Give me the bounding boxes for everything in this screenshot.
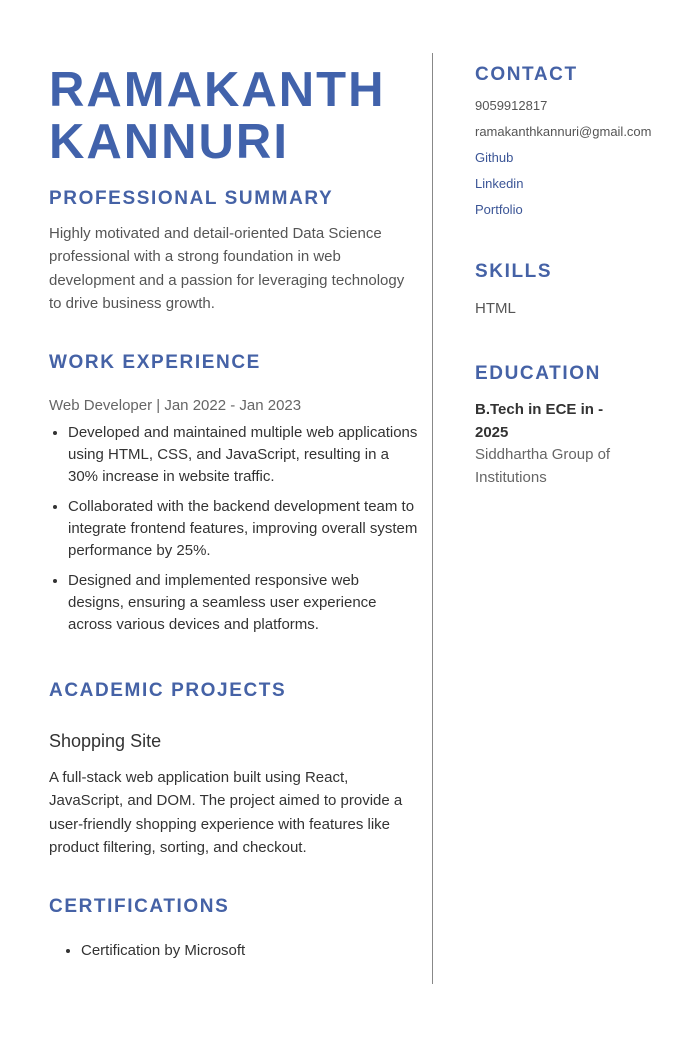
certification-item: Certification by Microsoft xyxy=(81,940,245,962)
skill-item: HTML xyxy=(475,300,516,317)
summary-heading: PROFESSIONAL SUMMARY xyxy=(49,188,334,209)
work-bullet: Developed and maintained multiple web ap… xyxy=(68,422,418,488)
name-line-1: RAMAKANTH xyxy=(49,63,386,117)
certifications-list: Certification by Microsoft xyxy=(49,940,245,970)
work-bullets: Developed and maintained multiple web ap… xyxy=(49,422,418,644)
education-school: Siddhartha Group of Institutions xyxy=(475,446,611,487)
linkedin-link[interactable]: Linkedin xyxy=(475,176,523,191)
contact-email[interactable]: ramakanthkannuri@gmail.com xyxy=(475,119,652,145)
github-link[interactable]: Github xyxy=(475,150,513,165)
summary-text: Highly motivated and detail-oriented Dat… xyxy=(49,225,405,312)
education-heading: EDUCATION xyxy=(475,363,601,384)
portfolio-link[interactable]: Portfolio xyxy=(475,202,523,217)
contact-list: 9059912817 ramakanthkannuri@gmail.com Gi… xyxy=(475,93,652,223)
skills-heading: SKILLS xyxy=(475,261,553,282)
work-heading: WORK EXPERIENCE xyxy=(49,352,261,373)
column-divider xyxy=(432,53,433,984)
contact-phone: 9059912817 xyxy=(475,98,548,113)
certifications-heading: CERTIFICATIONS xyxy=(49,896,230,917)
projects-heading: ACADEMIC PROJECTS xyxy=(49,680,287,701)
candidate-name: RAMAKANTH KANNURI xyxy=(49,64,429,168)
name-line-2: KANNURI xyxy=(49,115,289,169)
contact-heading: CONTACT xyxy=(475,64,578,85)
education-degree: B.Tech in ECE in - 2025 xyxy=(475,401,604,441)
work-bullet: Collaborated with the backend developmen… xyxy=(68,496,418,562)
work-bullet: Designed and implemented responsive web … xyxy=(68,570,418,636)
project-text: A full-stack web application built using… xyxy=(49,769,403,856)
project-title: Shopping Site xyxy=(49,731,162,751)
work-role: Web Developer | Jan 2022 - Jan 2023 xyxy=(49,397,302,414)
